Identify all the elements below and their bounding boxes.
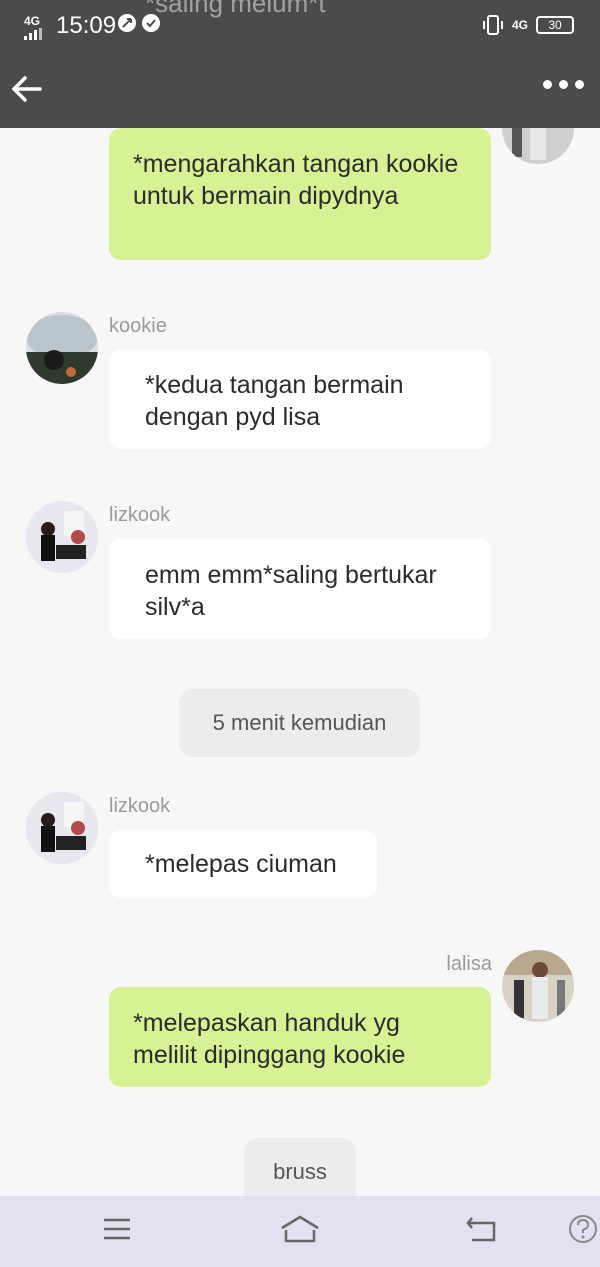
- sender-name: lizkook: [109, 795, 171, 817]
- partial-previous-message: *saling melum*t: [145, 0, 326, 18]
- system-notice: 5 menit kemudian: [179, 689, 420, 757]
- chat-area[interactable]: lalisa *mengarahkan tangan kookie untuk …: [0, 128, 600, 1196]
- back-arrow-icon[interactable]: [10, 72, 44, 106]
- help-icon[interactable]: [568, 1214, 598, 1249]
- notification-icon: [118, 14, 136, 32]
- vibrate-icon: [482, 15, 503, 35]
- signal-bars-icon: [24, 28, 42, 40]
- clock: 15:09: [56, 12, 117, 39]
- avatar[interactable]: [26, 312, 98, 384]
- message-bubble[interactable]: *melepaskan handuk yg melilit dipinggang…: [109, 987, 491, 1087]
- sender-name: kookie: [109, 315, 167, 337]
- menu-icon[interactable]: [102, 1214, 132, 1249]
- message-bubble[interactable]: *melepas ciuman: [109, 830, 377, 898]
- sender-name: lizkook: [109, 504, 171, 526]
- system-notice: bruss: [244, 1138, 356, 1196]
- battery-icon: 30: [536, 16, 574, 34]
- network-type-label: 4G: [24, 14, 41, 28]
- back-icon[interactable]: [466, 1214, 498, 1249]
- home-icon[interactable]: [280, 1214, 320, 1249]
- avatar[interactable]: [502, 128, 574, 164]
- avatar[interactable]: [26, 792, 98, 864]
- message-bubble[interactable]: emm emm*saling bertukar silv*a: [109, 539, 491, 639]
- message-bubble[interactable]: *mengarahkan tangan kookie untuk bermain…: [109, 128, 491, 260]
- message-bubble[interactable]: *kedua tangan bermain dengan pyd lisa: [109, 349, 491, 449]
- chat-header: [0, 56, 600, 128]
- avatar[interactable]: [502, 950, 574, 1022]
- navigation-bar: [0, 1196, 600, 1267]
- right-network-label: 4G: [511, 18, 528, 32]
- more-options-icon[interactable]: [543, 80, 584, 89]
- signal-indicator: 4G: [24, 14, 44, 40]
- battery-level: 30: [548, 18, 562, 32]
- avatar[interactable]: [26, 501, 98, 573]
- sender-name: lalisa: [446, 953, 492, 975]
